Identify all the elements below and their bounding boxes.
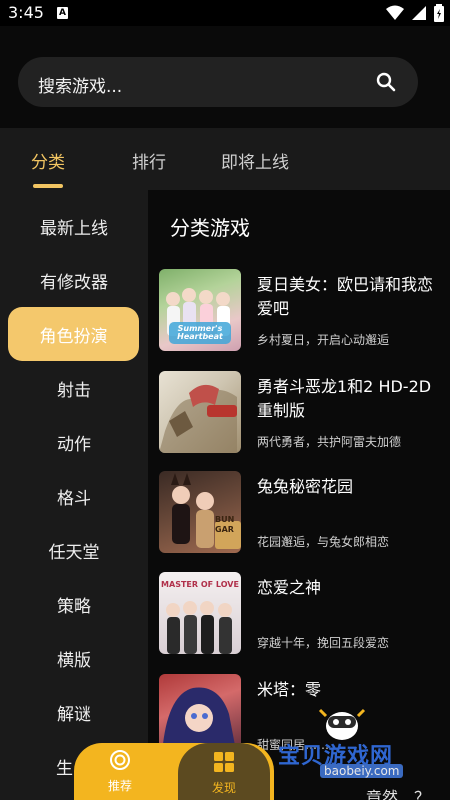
game-title[interactable]: 米塔：零: [257, 678, 447, 702]
sidebar-item-action[interactable]: 动作: [0, 415, 148, 469]
game-title[interactable]: 勇者斗恶龙1和2 HD-2D重制版: [257, 375, 447, 423]
game-item[interactable]: MASTER OF LOVE 恋爱之神 穿越十年，挽回五段爱恋: [159, 572, 449, 656]
status-time: 3:45: [8, 3, 44, 22]
game-title[interactable]: 兔兔秘密花园: [257, 475, 447, 499]
section-title: 分类游戏: [170, 216, 250, 240]
game-item[interactable]: 勇者斗恶龙1和2 HD-2D重制版 两代勇者，共护阿雷夫加德: [159, 371, 449, 455]
game-item[interactable]: BUN GAR 兔兔秘密花园 花园邂逅，与兔女郎相恋: [159, 471, 449, 555]
sidebar-item-newest[interactable]: 最新上线: [0, 199, 148, 253]
search-placeholder: 搜索游戏...: [38, 77, 123, 97]
wifi-icon: [386, 5, 404, 20]
sidebar-item-shooter[interactable]: 射击: [0, 361, 148, 415]
game-title[interactable]: 恋爱之神: [257, 576, 447, 600]
game-thumbnail-caption: BUN GAR: [215, 515, 235, 534]
battery-icon: [434, 4, 444, 22]
nav-item-recommend[interactable]: 推荐: [80, 749, 160, 794]
status-bar: 3:45 A: [0, 0, 450, 26]
game-thumbnail-art: [171, 473, 241, 549]
signal-icon: [412, 6, 426, 20]
system-icons: [386, 4, 444, 22]
game-thumbnail-caption: Summer's Heartbeat: [177, 324, 223, 341]
target-icon: [110, 750, 130, 770]
notification-icon: A: [57, 7, 68, 19]
game-thumbnail[interactable]: Summer's Heartbeat: [159, 269, 241, 351]
tab-category[interactable]: 分类: [31, 148, 65, 173]
nav-item-discover[interactable]: 发现: [178, 743, 270, 800]
tab-upcoming[interactable]: 即将上线: [221, 148, 289, 173]
nav-label-discover: 发现: [211, 781, 236, 795]
game-description: 乡村夏日，开启心动邂逅: [257, 333, 390, 347]
tab-bar: 分类 排行 即将上线: [0, 128, 450, 190]
game-thumbnail[interactable]: [159, 371, 241, 453]
game-thumbnail[interactable]: BUN GAR: [159, 471, 241, 553]
category-sidebar: 最新上线 有修改器 角色扮演 射击 动作 格斗 任天堂 策略 横版 解谜 生: [0, 190, 148, 800]
watermark-url: baobeiy.com: [320, 764, 404, 778]
game-item[interactable]: Summer's Heartbeat 夏日美女：欧巴请和我恋爱吧 乡村夏日，开启…: [159, 269, 449, 353]
game-description: 两代勇者，共护阿雷夫加德: [257, 435, 402, 449]
sidebar-item-sidescroller[interactable]: 横版: [0, 631, 148, 685]
tab-active-indicator: [33, 184, 63, 188]
sidebar-item-nintendo[interactable]: 任天堂: [0, 523, 148, 577]
sidebar-item-puzzle[interactable]: 解谜: [0, 685, 148, 739]
sidebar-item-fighting[interactable]: 格斗: [0, 469, 148, 523]
game-thumbnail[interactable]: MASTER OF LOVE: [159, 572, 241, 654]
sidebar-item-modded[interactable]: 有修改器: [0, 253, 148, 307]
watermark: 宝贝游戏网 baobeiy.com: [278, 700, 450, 800]
bottom-nav: 推荐 发现: [74, 743, 274, 800]
game-description: 花园邂逅，与兔女郎相恋: [257, 535, 390, 549]
game-thumbnail-caption: MASTER OF LOVE: [161, 580, 239, 589]
search-icon[interactable]: [376, 72, 396, 92]
sidebar-item-rpg[interactable]: 角色扮演: [8, 307, 139, 361]
sidebar-item-strategy[interactable]: 策略: [0, 577, 148, 631]
grid-icon: [214, 752, 234, 772]
nav-label-recommend: 推荐: [107, 779, 132, 793]
header: 搜索游戏...: [0, 26, 450, 128]
tab-ranking[interactable]: 排行: [132, 148, 166, 173]
game-description: 穿越十年，挽回五段爱恋: [257, 636, 390, 650]
game-thumbnail-art: [159, 384, 237, 453]
search-input[interactable]: 搜索游戏...: [18, 57, 418, 107]
game-title[interactable]: 夏日美女：欧巴请和我恋爱吧: [257, 273, 447, 321]
